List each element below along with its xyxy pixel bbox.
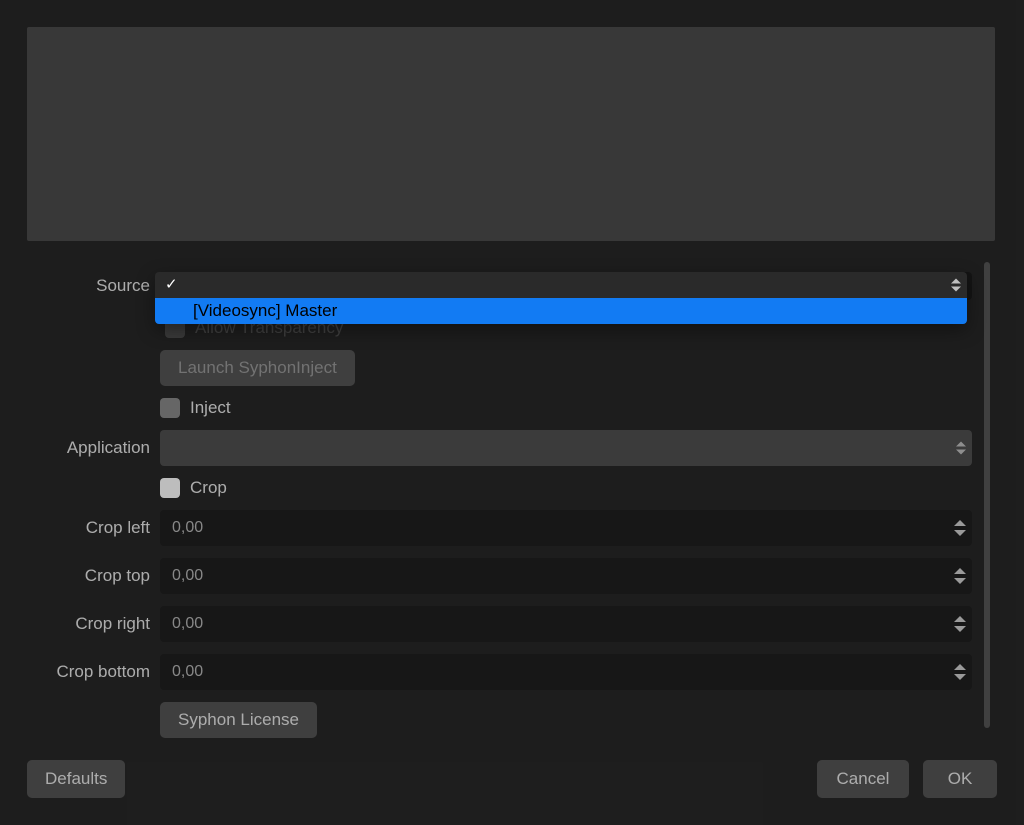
crop-bottom-input[interactable]: 0,00 — [160, 654, 972, 690]
crop-checkbox[interactable] — [160, 478, 180, 498]
source-dropdown-item-videosync-master[interactable]: [Videosync] Master — [155, 298, 967, 324]
launch-syphoninject-button[interactable]: Launch SyphonInject — [160, 350, 355, 386]
syphon-license-button[interactable]: Syphon License — [160, 702, 317, 738]
stepper-icon[interactable] — [954, 616, 966, 632]
dialog-buttons: Defaults Cancel OK — [27, 760, 997, 798]
crop-bottom-label: Crop bottom — [30, 662, 160, 682]
source-dropdown[interactable]: ✓ [Videosync] Master — [155, 272, 967, 324]
dropdown-item-label: [Videosync] Master — [193, 301, 337, 321]
updown-icon — [956, 442, 966, 455]
crop-left-input[interactable]: 0,00 — [160, 510, 972, 546]
crop-right-value: 0,00 — [172, 615, 203, 633]
crop-bottom-value: 0,00 — [172, 663, 203, 681]
application-select[interactable] — [160, 430, 972, 466]
preview-pane — [27, 27, 995, 241]
stepper-icon[interactable] — [954, 568, 966, 584]
crop-right-label: Crop right — [30, 614, 160, 634]
source-label: Source — [30, 276, 160, 296]
crop-top-input[interactable]: 0,00 — [160, 558, 972, 594]
defaults-button[interactable]: Defaults — [27, 760, 125, 798]
crop-top-value: 0,00 — [172, 567, 203, 585]
cancel-button[interactable]: Cancel — [817, 760, 909, 798]
crop-left-value: 0,00 — [172, 519, 203, 537]
application-label: Application — [30, 438, 160, 458]
crop-left-label: Crop left — [30, 518, 160, 538]
ok-button[interactable]: OK — [923, 760, 997, 798]
crop-top-label: Crop top — [30, 566, 160, 586]
stepper-icon[interactable] — [954, 664, 966, 680]
inject-checkbox[interactable] — [160, 398, 180, 418]
crop-label: Crop — [190, 478, 227, 498]
checkmark-icon: ✓ — [165, 275, 178, 293]
crop-right-input[interactable]: 0,00 — [160, 606, 972, 642]
stepper-icon[interactable] — [954, 520, 966, 536]
form-area: Source Launch SyphonInject Inj — [0, 256, 1024, 750]
scrollbar[interactable] — [984, 262, 990, 728]
source-dropdown-item-selected[interactable]: ✓ — [155, 272, 967, 298]
updown-icon — [951, 279, 961, 292]
inject-label: Inject — [190, 398, 231, 418]
